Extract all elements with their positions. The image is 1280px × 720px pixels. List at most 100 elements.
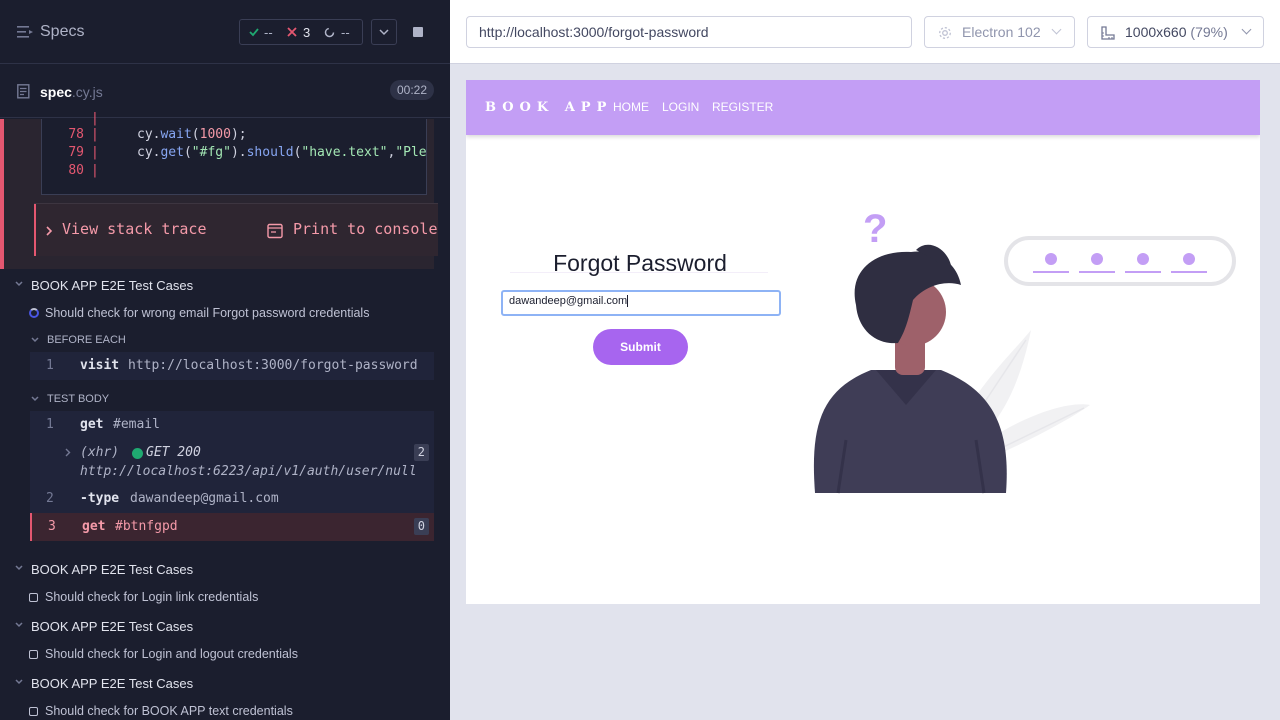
line-number: 78 — [68, 127, 84, 142]
command-count: 0 — [413, 518, 429, 535]
suite-header[interactable]: BOOK APP E2E Test Cases — [0, 669, 450, 697]
text-caret — [627, 295, 629, 308]
command-message: #email — [113, 417, 160, 432]
email-value: dawandeep@gmail.com — [509, 295, 628, 307]
submit-button[interactable]: Submit — [593, 329, 688, 365]
viewport-zoom: (79%) — [1190, 24, 1228, 40]
pending-count: -- — [341, 25, 350, 40]
command-message: http://localhost:3000/forgot-password — [128, 358, 418, 373]
command-number: 2 — [46, 491, 54, 506]
stop-button[interactable] — [405, 19, 431, 45]
chevron-down-icon — [15, 565, 23, 571]
browser-name: Electron 102 — [962, 24, 1041, 40]
command-number: 1 — [46, 358, 54, 373]
chevron-down-icon — [15, 281, 23, 287]
hook-label: BEFORE EACH — [47, 334, 126, 346]
command-number: 1 — [46, 417, 54, 432]
question-mark: ? — [863, 207, 887, 251]
chevron-down-icon — [1241, 24, 1252, 35]
menu-icon[interactable] — [17, 26, 33, 38]
test-title: Should check for wrong email Forgot pass… — [45, 306, 370, 320]
specs-header: Specs -- 3 -- — [0, 0, 450, 64]
test-title: Should check for Login link credentials — [45, 590, 259, 604]
chevron-down-icon — [15, 679, 23, 685]
command-row-failed[interactable]: 3 get #btnfgpd 0 — [30, 513, 434, 541]
gear-icon — [939, 27, 951, 39]
suite-title: BOOK APP E2E Test Cases — [31, 562, 194, 577]
hook-label: TEST BODY — [47, 393, 110, 405]
xhr-command-row[interactable]: (xhr) GET 200 http://localhost:6223/api/… — [30, 439, 434, 485]
x-icon — [287, 27, 297, 37]
hook-before-each[interactable]: BEFORE EACH — [0, 328, 450, 352]
email-field[interactable]: dawandeep@gmail.com — [501, 290, 781, 316]
spinner-icon — [324, 27, 335, 38]
suite-header[interactable]: BOOK APP E2E Test Cases — [0, 271, 450, 299]
chevron-down-icon — [31, 337, 39, 343]
nav-link-home[interactable]: HOME — [613, 100, 649, 114]
code-text: cy.get("#fg").should("have.text","Ple — [137, 145, 427, 160]
nav-link-login[interactable]: LOGIN — [662, 100, 699, 114]
command-row[interactable]: 1 visit http://localhost:3000/forgot-pas… — [30, 352, 434, 380]
error-actions: View stack trace Print to console — [34, 204, 438, 256]
test-stats: -- 3 -- — [239, 19, 363, 45]
pending-icon — [29, 650, 38, 659]
code-frame: | 78 | cy.wait(1000); 79 | cy.get("#fg")… — [41, 111, 427, 195]
view-stack-trace-button[interactable]: View stack trace — [62, 220, 207, 238]
command-row[interactable]: 2 -type dawandeep@gmail.com — [30, 485, 434, 513]
test-title: Should check for BOOK APP text credentia… — [45, 704, 293, 718]
reporter-panel: Specs -- 3 -- spec.cy.js 00:22 | 78 | cy… — [0, 0, 450, 720]
status-dot — [132, 448, 143, 459]
nav-link-register[interactable]: REGISTER — [712, 100, 773, 114]
console-icon — [267, 223, 283, 239]
collapse-button[interactable] — [371, 19, 397, 45]
chevron-right-icon — [46, 226, 53, 236]
specs-title[interactable]: Specs — [40, 23, 84, 41]
test-item[interactable]: Should check for Login link credentials — [0, 584, 450, 610]
line-number: 80 — [68, 163, 84, 178]
ruler-icon — [1101, 26, 1115, 40]
command-message: #btnfgpd — [115, 519, 178, 534]
command-name: get — [82, 519, 106, 534]
pending-icon — [29, 593, 38, 602]
check-icon — [249, 28, 259, 37]
viewport-label: 1000x660 (79%) — [1125, 24, 1228, 40]
viewport-selector[interactable]: 1000x660 (79%) — [1087, 16, 1264, 48]
suite-title: BOOK APP E2E Test Cases — [31, 676, 194, 691]
suite-header[interactable]: BOOK APP E2E Test Cases — [0, 612, 450, 640]
document-icon — [17, 84, 30, 99]
spec-file-bar: spec.cy.js 00:22 — [0, 64, 450, 118]
suite-header[interactable]: BOOK APP E2E Test Cases — [0, 555, 450, 583]
url-bar[interactable]: http://localhost:3000/forgot-password — [466, 16, 912, 48]
print-to-console-button[interactable]: Print to console — [293, 220, 438, 238]
app-navbar: BOOK APP HOME LOGIN REGISTER — [466, 80, 1260, 135]
browser-selector[interactable]: Electron 102 — [924, 16, 1075, 48]
command-message: dawandeep@gmail.com — [130, 491, 279, 506]
command-name: -type — [80, 491, 120, 506]
app-frame: BOOK APP HOME LOGIN REGISTER Forgot Pass… — [466, 80, 1260, 604]
spec-filename: spec.cy.js — [40, 84, 103, 100]
hook-test-body[interactable]: TEST BODY — [0, 387, 450, 411]
xhr-method: GET 200 — [146, 445, 201, 460]
failed-count: 3 — [303, 25, 311, 40]
spinner-icon — [29, 308, 39, 318]
spec-filename-ext: .cy.js — [71, 84, 103, 100]
command-name: visit — [80, 358, 120, 373]
chevron-down-icon — [379, 29, 389, 36]
test-item-running[interactable]: Should check for wrong email Forgot pass… — [0, 300, 450, 326]
chevron-down-icon — [31, 396, 39, 402]
code-text: cy.wait(1000); — [137, 127, 247, 142]
suite-title: BOOK APP E2E Test Cases — [31, 619, 194, 634]
line-number: 79 — [68, 145, 84, 160]
aut-panel: http://localhost:3000/forgot-password El… — [450, 0, 1280, 720]
viewport-size: 1000x660 — [1125, 24, 1187, 40]
command-row[interactable]: 1 get #email — [30, 411, 434, 439]
forgot-password-illustration: ? — [813, 207, 1236, 494]
app-brand[interactable]: BOOK APP — [485, 100, 612, 115]
page-title: Forgot Password — [553, 250, 727, 276]
chevron-right-icon — [65, 448, 71, 457]
xhr-label: (xhr) — [80, 445, 120, 460]
error-block: | 78 | cy.wait(1000); 79 | cy.get("#fg")… — [0, 111, 438, 269]
test-item[interactable]: Should check for BOOK APP text credentia… — [0, 698, 450, 720]
command-name: get — [80, 417, 104, 432]
test-item[interactable]: Should check for Login and logout creden… — [0, 641, 450, 667]
